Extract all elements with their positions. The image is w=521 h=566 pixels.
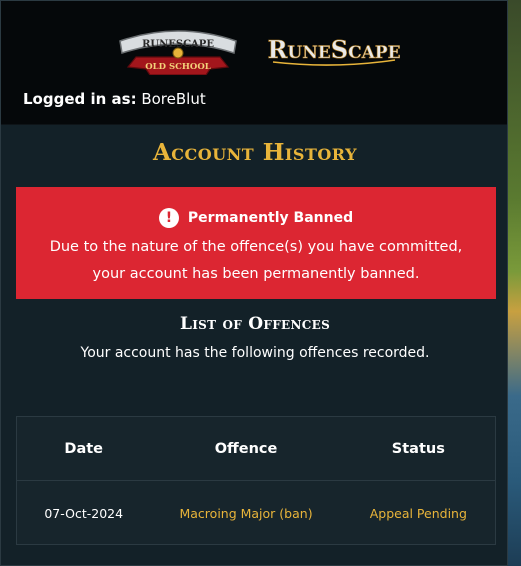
offences-title: List of Offences	[179, 314, 331, 334]
osrs-banner-text: OLD SCHOOL	[145, 62, 210, 72]
logged-in-label: Logged in as:	[23, 90, 137, 108]
exclamation-circle-icon: !	[158, 208, 179, 228]
offence-status[interactable]: Appeal Pending	[342, 506, 495, 521]
column-header-date: Date	[64, 440, 104, 457]
alert-message: Due to the nature of the offence(s) you …	[49, 239, 463, 282]
background-edge	[508, 0, 521, 566]
alert-title: Permanently Banned	[187, 210, 354, 226]
page-title: Account History	[152, 139, 358, 166]
offence-date: 07-Oct-2024	[44, 505, 124, 521]
column-header-status: Status	[391, 440, 445, 457]
table-row: 07-Oct-2024 Macroing Major (ban) Appeal …	[17, 481, 495, 545]
header: RUNESCAPE OLD SCHOOL RuneScape Logged in…	[1, 1, 507, 125]
offence-name[interactable]: Macroing Major (ban)	[150, 506, 341, 521]
offences-description: Your account has the following offences …	[80, 345, 430, 361]
table-header-row: Date Offence Status	[17, 417, 495, 481]
username: BoreBlut	[141, 90, 206, 108]
offences-table: Date Offence Status 07-Oct-2024 Macroing…	[16, 416, 496, 545]
account-history-panel: RUNESCAPE OLD SCHOOL RuneScape Logged in…	[0, 0, 508, 566]
alert-heading: ! Permanently Banned	[16, 208, 496, 228]
logged-in-status: Logged in as: BoreBlut	[23, 90, 206, 108]
runescape-logo[interactable]: RuneScape	[267, 29, 401, 69]
column-header-offence: Offence	[214, 440, 278, 457]
osrs-logo[interactable]: RUNESCAPE OLD SCHOOL	[114, 23, 242, 75]
runescape-logo-text: RuneScape	[267, 35, 400, 64]
ban-alert: ! Permanently Banned Due to the nature o…	[16, 187, 496, 299]
